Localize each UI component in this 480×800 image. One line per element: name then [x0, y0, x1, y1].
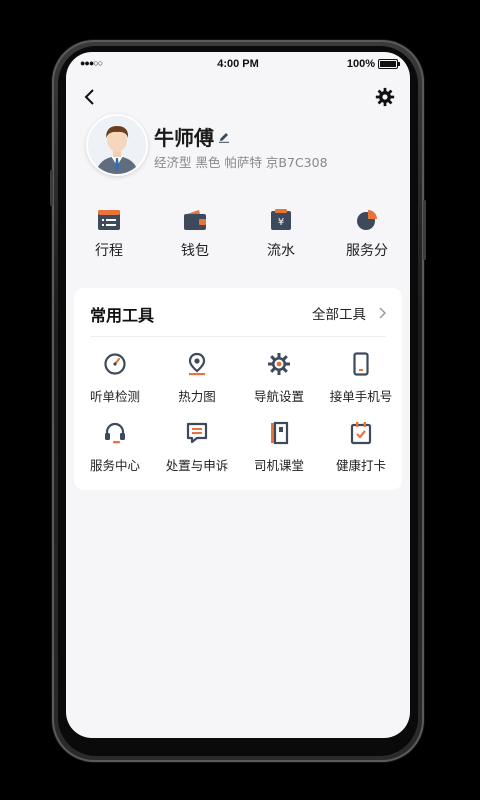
all-tools-label: 全部工具: [312, 307, 366, 323]
phone-volume-button: [50, 170, 53, 206]
top-bar: [66, 82, 410, 112]
book-icon: [271, 421, 289, 445]
tool-item-service-center[interactable]: 服务中心: [74, 421, 156, 474]
quick-action-income[interactable]: ¥ 流水: [238, 208, 324, 268]
edit-pencil-icon[interactable]: [218, 131, 230, 143]
tools-grid: 听单检测 热力图 导航设置 接单手机号 服务中心 处置与申诉 司机课堂 健康打卡: [74, 352, 402, 474]
gauge-icon: [104, 353, 126, 375]
tool-label: 司机课堂: [253, 458, 304, 473]
message-list-icon: [186, 422, 208, 444]
tool-item-health-checkin[interactable]: 健康打卡: [320, 421, 402, 474]
tools-card: 常用工具 全部工具 听单检测 热力图 导航设置 接单手机号 服务中心 处置与申诉…: [74, 288, 402, 490]
tools-card-header: 常用工具 全部工具: [90, 302, 386, 326]
quick-action-wallet[interactable]: 钱包: [152, 208, 238, 268]
tool-label: 健康打卡: [335, 458, 386, 473]
wallet-icon: [184, 210, 206, 230]
phone-power-button: [423, 200, 426, 260]
tool-label: 处置与申诉: [165, 458, 229, 473]
driver-profile[interactable]: 牛师傅 经济型 黑色 帕萨特 京B7C308: [86, 114, 410, 178]
battery-status: 100%: [346, 58, 400, 70]
location-pin-icon: [188, 352, 206, 376]
avatar[interactable]: [86, 114, 148, 176]
car-info: 经济型 黑色 帕萨特 京B7C308: [154, 155, 328, 170]
driver-name-text: 牛师傅: [154, 126, 214, 150]
pie-score-icon: [357, 210, 377, 230]
settings-gear-icon[interactable]: [374, 86, 396, 108]
tool-label: 热力图: [178, 389, 216, 404]
chevron-right-icon: [379, 307, 386, 319]
tool-label: 服务中心: [89, 458, 140, 473]
battery-icon: [378, 59, 400, 69]
quick-action-label: 流水: [267, 243, 295, 259]
quick-action-label: 行程: [95, 243, 123, 259]
trip-list-icon: [98, 210, 120, 230]
tool-label: 听单检测: [89, 389, 140, 404]
tool-item-order-phone[interactable]: 接单手机号: [320, 352, 402, 405]
calendar-check-icon: [350, 422, 372, 445]
quick-actions: 行程 钱包 ¥ 流水 服务分: [66, 208, 410, 268]
quick-action-label: 钱包: [181, 243, 209, 259]
quick-action-trips[interactable]: 行程: [66, 208, 152, 268]
status-bar: ●●●○○ 4:00 PM 100%: [66, 52, 410, 76]
tool-item-heatmap[interactable]: 热力图: [156, 352, 238, 405]
tool-item-driver-class[interactable]: 司机课堂: [238, 421, 320, 474]
driver-name: 牛师傅: [154, 122, 230, 151]
settings-cog-icon: [268, 353, 290, 375]
app-screen: ●●●○○ 4:00 PM 100% 牛师傅 经济型 黑色 帕萨特 京B7C30…: [66, 52, 410, 738]
back-chevron-left-icon[interactable]: [80, 86, 102, 108]
tool-item-order-check[interactable]: 听单检测: [74, 352, 156, 405]
quick-action-label: 服务分: [346, 243, 388, 259]
tool-item-appeal[interactable]: 处置与申诉: [156, 421, 238, 474]
income-flow-icon: ¥: [271, 209, 291, 230]
tool-label: 接单手机号: [329, 389, 393, 404]
all-tools-link[interactable]: 全部工具: [312, 303, 386, 323]
tools-card-title: 常用工具: [90, 306, 155, 325]
battery-percent: 100%: [346, 58, 375, 70]
tool-label: 导航设置: [253, 389, 304, 404]
tool-item-nav-settings[interactable]: 导航设置: [238, 352, 320, 405]
quick-action-service-score[interactable]: 服务分: [324, 208, 410, 268]
headset-icon: [105, 422, 125, 444]
divider: [90, 336, 386, 337]
svg-text:¥: ¥: [278, 217, 284, 228]
phone-icon: [353, 352, 369, 376]
